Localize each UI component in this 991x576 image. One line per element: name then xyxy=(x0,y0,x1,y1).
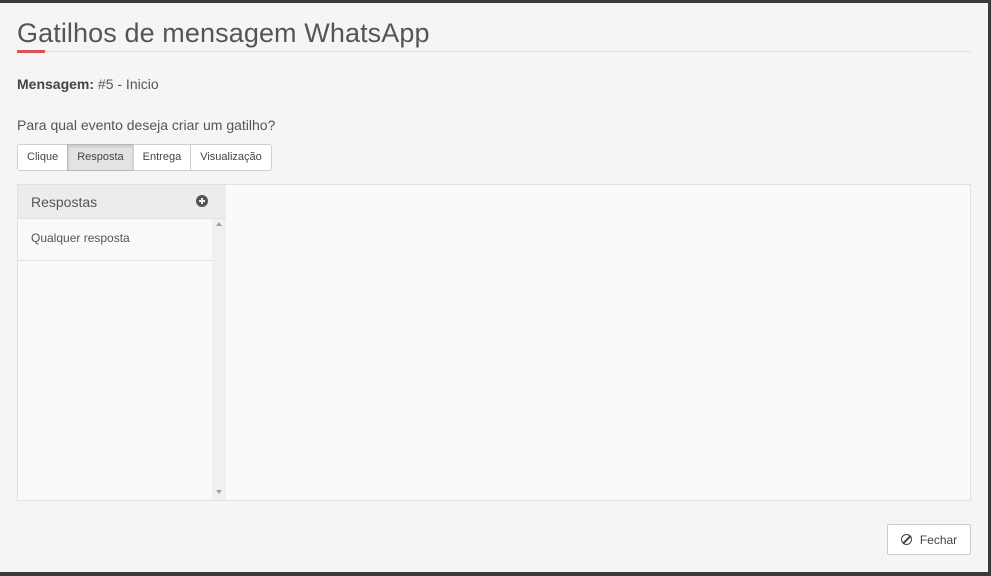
responses-header-label: Respostas xyxy=(31,194,98,210)
tab-resposta[interactable]: Resposta xyxy=(67,144,134,171)
title-divider xyxy=(17,51,971,52)
tab-clique[interactable]: Clique xyxy=(17,144,69,171)
dialog-title: Gatilhos de mensagem WhatsApp xyxy=(17,18,430,48)
plus-circle-icon[interactable] xyxy=(196,195,208,207)
responses-panel: Respostas Qualquer resposta xyxy=(17,184,971,501)
close-button-label: Fechar xyxy=(919,532,958,547)
ban-icon xyxy=(900,534,912,545)
message-info: Mensagem: #5 - Inicio xyxy=(17,76,159,92)
message-label: Mensagem: xyxy=(17,76,95,92)
event-tab-group: Clique Resposta Entrega Visualização xyxy=(17,144,272,171)
close-button[interactable]: Fechar xyxy=(887,524,971,555)
responses-header: Respostas xyxy=(18,185,226,219)
response-item-any[interactable]: Qualquer resposta xyxy=(18,219,212,261)
message-value: #5 - Inicio xyxy=(97,76,159,92)
title-accent-bar xyxy=(17,50,45,53)
event-question: Para qual evento deseja criar um gatilho… xyxy=(17,117,276,133)
tab-entrega[interactable]: Entrega xyxy=(132,144,192,171)
scroll-up-arrow-icon[interactable] xyxy=(216,222,222,226)
responses-scrollbar[interactable] xyxy=(212,219,226,500)
scroll-down-arrow-icon[interactable] xyxy=(216,490,222,494)
trigger-dialog: Gatilhos de mensagem WhatsApp Mensagem: … xyxy=(0,3,988,572)
responses-sidebar: Respostas Qualquer resposta xyxy=(18,185,226,500)
trigger-content-area xyxy=(226,185,970,500)
tab-visualizacao[interactable]: Visualização xyxy=(190,144,272,171)
